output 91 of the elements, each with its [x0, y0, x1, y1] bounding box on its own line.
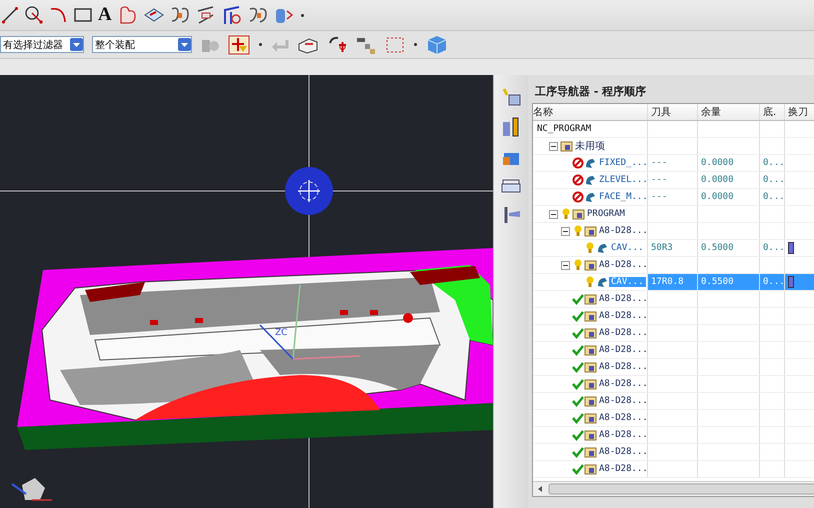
folder-icon [584, 258, 597, 272]
folder-icon [584, 326, 597, 340]
operation-icon [584, 190, 597, 204]
column-header[interactable]: 换刀 [785, 104, 814, 120]
circle-icon[interactable] [24, 5, 44, 25]
line-icon[interactable] [2, 6, 18, 24]
name-cell[interactable]: PROGRAM [533, 206, 648, 222]
name-cell[interactable]: A8-D28... [533, 342, 648, 358]
table-cell: 0.0000 [698, 172, 760, 188]
machine-tool-icon[interactable] [501, 116, 521, 138]
offset-curve-icon[interactable] [248, 5, 268, 25]
rectangle-select-icon[interactable] [385, 36, 405, 54]
folder-icon [584, 224, 597, 238]
collapse-icon[interactable] [561, 226, 570, 236]
table-cell: 0... [760, 240, 785, 256]
name-cell[interactable]: NC_PROGRAM [533, 121, 648, 137]
folder-icon [560, 140, 573, 152]
name-cell[interactable]: A8-D28... [533, 393, 648, 409]
text-tool-icon[interactable]: A [98, 5, 112, 25]
collapse-icon[interactable] [561, 260, 570, 270]
name-cell[interactable]: A8-D28... [533, 444, 648, 460]
table-cell: --- [648, 155, 698, 171]
name-cell[interactable]: A8-D28... [533, 427, 648, 443]
view-triad-icon [11, 478, 52, 501]
shape-icon[interactable] [118, 5, 138, 25]
folder-icon [584, 412, 597, 424]
name-cell[interactable]: A8-D28... [533, 325, 648, 341]
rectangle-icon[interactable] [74, 8, 92, 22]
caret-icon [70, 38, 83, 51]
column-header[interactable]: 底. [760, 104, 785, 120]
table-cell: 0.5500 [698, 274, 760, 290]
name-cell[interactable]: FACE_M... [533, 189, 648, 205]
rotate-point-marker[interactable] [285, 167, 333, 215]
table-cell: 0... [760, 189, 785, 205]
table-cell: 0.5000 [698, 240, 760, 256]
name-cell[interactable]: A8-D28... [533, 223, 648, 239]
folder-icon [584, 428, 597, 442]
table-cell: 0... [760, 155, 785, 171]
folder-icon [584, 378, 597, 390]
name-cell[interactable]: A8-D28... [533, 308, 648, 324]
surface-icon[interactable] [144, 7, 164, 23]
section-icon[interactable] [222, 5, 242, 25]
folder-icon [584, 462, 597, 476]
name-cell[interactable]: A8-D28... [533, 376, 648, 392]
operation-navigator-icon[interactable] [501, 87, 521, 107]
table-cell: 17R0.8 [648, 274, 698, 290]
name-cell[interactable]: 未用项 [533, 138, 648, 154]
arc-icon[interactable] [50, 6, 68, 24]
filter-dropdown[interactable]: 有选择过滤器 [0, 36, 84, 53]
column-header[interactable]: 余量 [698, 104, 760, 120]
cube-icon[interactable] [426, 34, 448, 56]
caret-icon [178, 38, 191, 51]
project-curve-icon[interactable] [196, 5, 216, 25]
name-cell[interactable]: A8-D28... [533, 291, 648, 307]
column-header[interactable]: 名称 [533, 104, 648, 120]
operation-icon [596, 242, 609, 254]
operation-icon [584, 174, 597, 186]
panel-title: 工序导航器 - 程序顺序 [534, 84, 648, 100]
axis-label: ZC [275, 328, 288, 338]
name-cell[interactable]: A8-D28... [533, 461, 648, 477]
table-cell: --- [648, 172, 698, 188]
scope-dropdown[interactable]: 整个装配 [92, 36, 192, 53]
operation-icon [596, 276, 609, 288]
name-cell[interactable]: A8-D28... [533, 257, 648, 273]
name-cell[interactable]: A8-D28... [533, 359, 648, 375]
folder-icon [584, 360, 597, 374]
box-icon[interactable] [297, 36, 319, 54]
horizontal-scrollbar[interactable] [533, 481, 814, 496]
curve-icon[interactable] [170, 5, 190, 25]
name-cell[interactable]: CAV... [533, 240, 648, 256]
folder-icon [584, 292, 597, 306]
collapse-icon[interactable] [549, 142, 558, 150]
collapse-icon[interactable] [549, 210, 558, 218]
name-cell[interactable]: ZLEVEL... [533, 172, 648, 188]
name-cell[interactable]: A8-D28... [533, 410, 648, 426]
table-cell: 50R3 [648, 240, 698, 256]
folder-icon [584, 394, 597, 408]
operation-icon [584, 156, 597, 170]
rotate-point-icon[interactable] [327, 34, 347, 54]
folder-icon [584, 344, 597, 356]
table-cell: 0.0000 [698, 189, 760, 205]
table-cell: 0... [760, 274, 785, 290]
table-cell: 0... [760, 172, 785, 188]
folder-icon [572, 208, 585, 220]
name-cell[interactable]: FIXED_... [533, 155, 648, 171]
column-header[interactable]: 刀具 [648, 104, 698, 120]
folder-icon [584, 446, 597, 458]
folder-icon [584, 310, 597, 322]
table-cell: 0.0000 [698, 155, 760, 171]
selection-filter-icon[interactable] [228, 34, 250, 54]
table-cell: --- [648, 189, 698, 205]
